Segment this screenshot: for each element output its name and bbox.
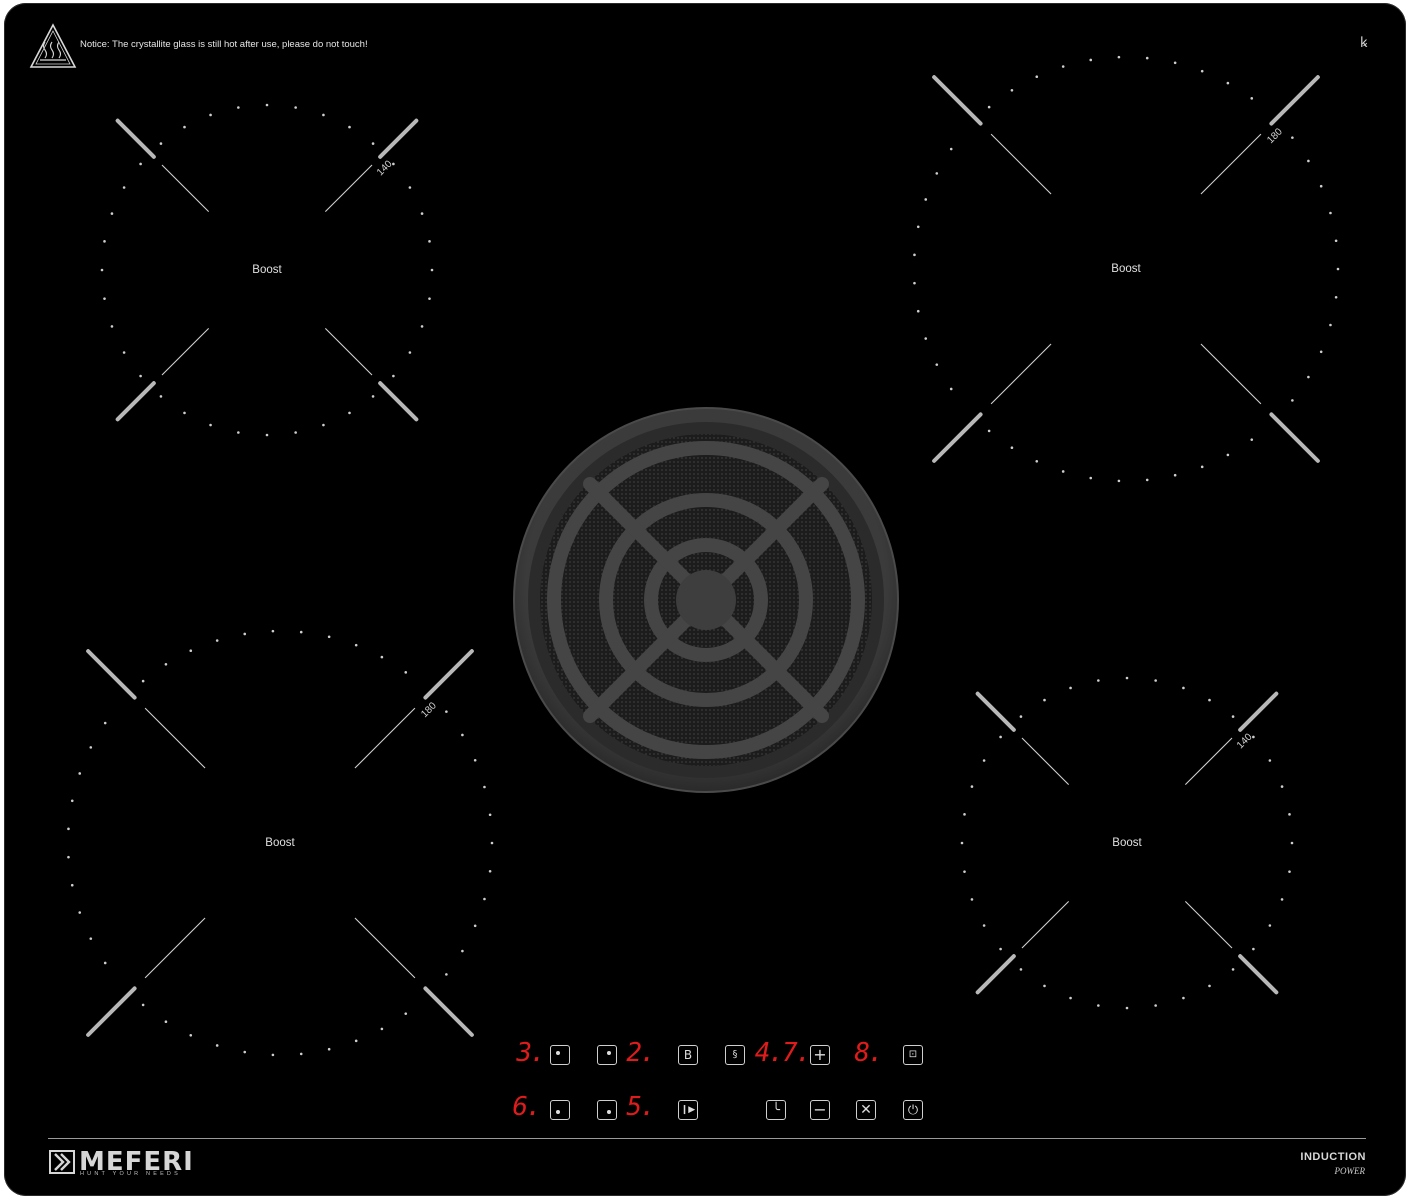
display-zone-2: 2. — [626, 1038, 655, 1068]
clock-icon: ╰ — [772, 1102, 780, 1118]
pause-play-icon: ❙▶ — [680, 1104, 696, 1115]
minus-key[interactable]: − — [810, 1100, 830, 1120]
lock-icon: ⊡ — [908, 1049, 918, 1060]
heat-waves-icon: § — [732, 1049, 738, 1060]
lock-key[interactable]: ⊡ — [903, 1045, 923, 1065]
power-icon: ⏻ — [907, 1102, 919, 1118]
display-zone-6: 6. — [512, 1092, 541, 1122]
zone-5-select-key[interactable] — [597, 1100, 617, 1120]
meferi-logo-icon — [49, 1150, 75, 1174]
display-zone-5: 5. — [626, 1092, 655, 1122]
boost-key[interactable]: B — [678, 1045, 698, 1065]
plus-icon: + — [813, 1045, 827, 1064]
zone-6-select-key[interactable] — [550, 1100, 570, 1120]
plus-key[interactable]: + — [810, 1045, 830, 1065]
keep-warm-key[interactable]: § — [725, 1045, 745, 1065]
power-key[interactable]: ⏻ — [903, 1100, 923, 1120]
minus-icon: − — [813, 1100, 827, 1119]
timer-key[interactable]: ╰ — [766, 1100, 786, 1120]
fan-icon: ✕ — [860, 1102, 872, 1118]
hood-fan-key[interactable]: ✕ — [856, 1100, 876, 1120]
display-timer: 4.7. — [754, 1038, 812, 1068]
display-zone-3: 3. — [516, 1038, 545, 1068]
pause-key[interactable]: ❙▶ — [678, 1100, 698, 1120]
product-subtitle: POWER — [1334, 1166, 1366, 1176]
brand-tagline: HUNT YOUR NEEDS — [80, 1171, 181, 1177]
downdraft-vent-grille[interactable] — [0, 0, 1410, 1200]
display-hood-level: 8. — [854, 1038, 883, 1068]
zone-2-select-key[interactable] — [597, 1045, 617, 1065]
bottom-divider-line — [48, 1138, 1366, 1139]
product-type-label: INDUCTION — [1300, 1151, 1366, 1163]
zone-3-select-key[interactable] — [550, 1045, 570, 1065]
